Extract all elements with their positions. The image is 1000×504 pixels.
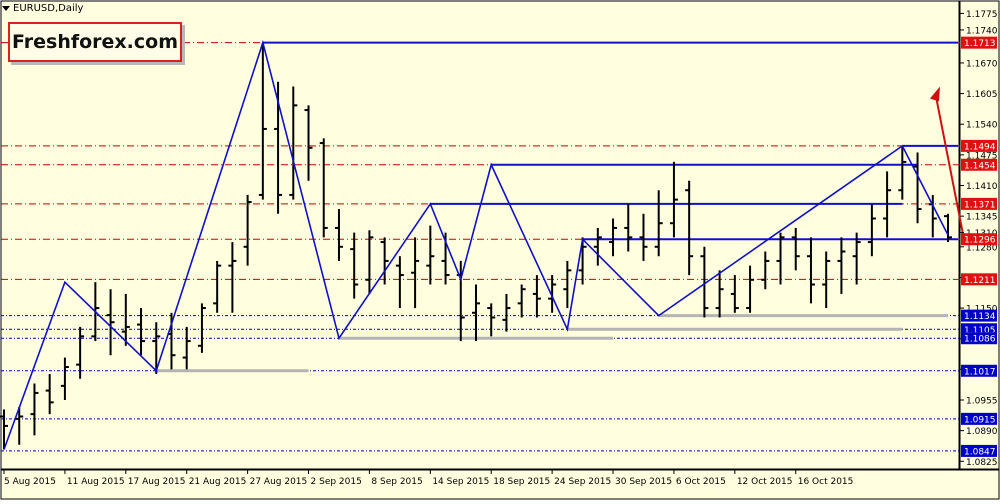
price-tag-label: 1.1713 — [964, 39, 996, 49]
time-tick-label: 30 Sep 2015 — [615, 477, 672, 487]
symbol-label: EURUSD,Daily — [13, 3, 84, 14]
price-tag-label: 1.1454 — [964, 161, 996, 171]
chart-title[interactable]: EURUSD,Daily — [2, 3, 83, 14]
time-tick-label: 12 Oct 2015 — [737, 477, 793, 487]
price-tag-label: 1.0915 — [964, 415, 996, 425]
time-tick-label: 14 Sep 2015 — [432, 477, 489, 487]
price-tick-label: 1.1540 — [966, 121, 998, 131]
price-tick-label: 1.0955 — [966, 397, 998, 407]
logo: Freshforex.com — [8, 22, 182, 62]
time-tick-label: 11 Aug 2015 — [67, 477, 125, 487]
price-tick-label: 1.1670 — [966, 59, 998, 69]
price-tick-label: 1.1345 — [966, 213, 998, 223]
price-level-tag: 1.0847 — [961, 444, 997, 457]
price-chart[interactable]: 1.17751.17401.16701.16051.15401.14751.14… — [0, 0, 1000, 500]
price-tick-label: 1.1410 — [966, 182, 998, 192]
price-level-tag: 1.1211 — [961, 273, 997, 286]
time-tick-label: 17 Aug 2015 — [128, 477, 186, 487]
price-level-tag: 1.1494 — [961, 139, 997, 152]
price-tag-label: 1.1086 — [964, 335, 996, 345]
price-tag-label: 1.1371 — [964, 200, 996, 210]
price-tag-label: 1.1211 — [964, 276, 996, 286]
time-tick-label: 21 Aug 2015 — [189, 477, 247, 487]
price-tick-label: 1.1740 — [966, 26, 998, 36]
chart-window[interactable]: 1.1775 1.1740 1.1670 1.1605 1.1540 1.1475 1.14… — [0, 0, 1000, 500]
price-level-tag: 1.1713 — [961, 36, 997, 49]
time-tick-label: 5 Aug 2015 — [4, 477, 56, 487]
price-level-tag: 1.1086 — [961, 332, 997, 345]
time-tick-label: 6 Oct 2015 — [676, 477, 726, 487]
time-tick-label: 8 Sep 2015 — [371, 477, 422, 487]
price-tag-label: 1.1494 — [964, 142, 996, 152]
time-tick-label: 24 Sep 2015 — [554, 477, 611, 487]
price-tick-label: 1.0890 — [966, 427, 998, 437]
price-tick-label: 1.1775 — [966, 10, 998, 20]
price-level-tag: 1.1371 — [961, 197, 997, 210]
time-tick-label: 16 Oct 2015 — [798, 477, 854, 487]
plot-background — [0, 0, 960, 470]
chevron-down-icon[interactable] — [2, 5, 10, 11]
price-tag-label: 1.1134 — [964, 312, 996, 322]
price-level-tag: 1.0915 — [961, 412, 997, 425]
price-tag-label: 1.1296 — [964, 236, 996, 246]
price-tag-label: 1.0847 — [964, 447, 996, 457]
time-tick-label: 27 Aug 2015 — [250, 477, 308, 487]
price-level-tag: 1.1454 — [961, 158, 997, 171]
price-level-tag: 1.1017 — [961, 364, 997, 377]
time-tick-label: 2 Sep 2015 — [311, 477, 362, 487]
price-tick-label: 1.1605 — [966, 90, 998, 100]
logo-text: Freshforex.com — [11, 31, 179, 53]
price-tag-label: 1.1017 — [964, 367, 996, 377]
price-level-tag: 1.1296 — [961, 233, 997, 246]
time-tick-label: 18 Sep 2015 — [493, 477, 550, 487]
price-tick-label: 1.0825 — [966, 458, 998, 468]
price-level-tag: 1.1134 — [961, 309, 997, 322]
